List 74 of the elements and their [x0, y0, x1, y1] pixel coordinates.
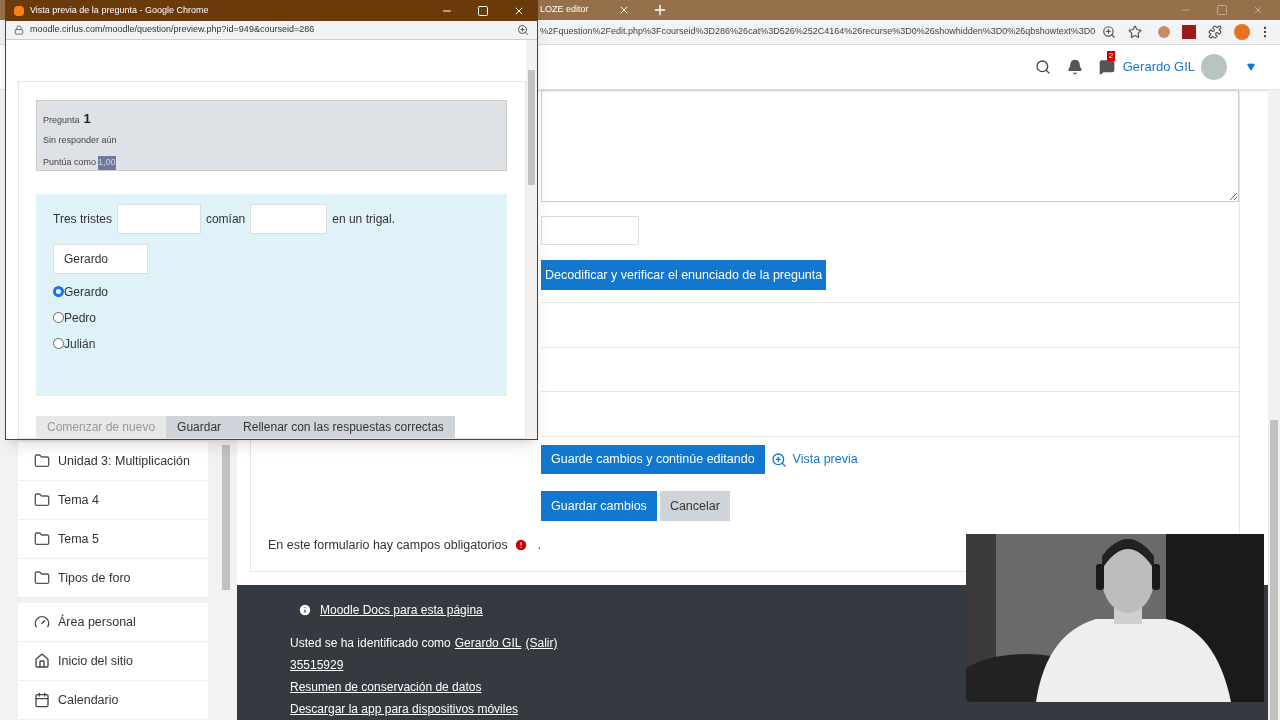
bookmark-icon[interactable]	[1128, 25, 1142, 39]
calendar-icon	[34, 692, 50, 708]
preview-icon[interactable]	[770, 451, 787, 468]
input-field[interactable]	[541, 216, 639, 245]
save-continue-button[interactable]: Guarde cambios y continúe editando	[541, 445, 765, 474]
login-text: Usted se ha identificado como	[290, 634, 451, 652]
messages-icon[interactable]	[1098, 59, 1115, 75]
notifications-icon[interactable]	[1066, 59, 1083, 75]
zoom-icon[interactable]	[517, 24, 529, 36]
status-text: Sin responder aún	[43, 133, 118, 147]
decode-button[interactable]: Decodificar y verificar el enunciado de la pregunta	[541, 260, 827, 290]
dropdown-field[interactable]: Gerardo	[53, 243, 148, 274]
cancel-button[interactable]: Cancelar	[659, 491, 730, 521]
docs-link[interactable]: Moodle Docs para esta página	[320, 600, 483, 619]
extensions-icon[interactable]	[1208, 25, 1222, 39]
question-text: en un trigal.	[332, 210, 395, 228]
folder-icon	[34, 492, 50, 508]
profile-avatar[interactable]	[1234, 24, 1250, 40]
search-icon[interactable]	[1034, 59, 1051, 75]
notification-badge: 2	[1106, 51, 1116, 61]
home-icon	[34, 653, 50, 669]
close-icon[interactable]	[618, 4, 630, 16]
period-text: .	[537, 537, 542, 554]
footer-link[interactable]: Descargar la app para dispositivos móviles	[290, 699, 519, 718]
required-note: En este formulario hay campos obligatorios	[268, 537, 508, 554]
browser-tab[interactable]: LOZE editor	[540, 0, 630, 20]
nav-item[interactable]: Tema 5	[18, 520, 208, 559]
url-text[interactable]: %2Fquestion%2Fedit.php%3Fcourseid%3D286%26cat%3D526%252C4164%26recurse%3D0%26showhidden%3D0%26qbshowtext%3D0	[540, 25, 1096, 39]
close-icon[interactable]	[513, 5, 525, 17]
url-text: moodle.cirlus.com/moodle/question/preview.php?id=949&courseid=286	[30, 23, 315, 37]
radio-button[interactable]	[53, 338, 64, 350]
nav-item[interactable]: Tema 4	[18, 481, 208, 520]
radio-option[interactable]: Julián	[53, 334, 490, 353]
footer-link[interactable]: Resumen de conservación de datos	[290, 677, 482, 696]
radio-button[interactable]	[53, 286, 64, 298]
zoom-icon[interactable]	[1102, 25, 1116, 39]
required-icon	[513, 538, 528, 553]
lock-icon	[14, 25, 24, 35]
user-name[interactable]: Gerardo GIL	[1122, 57, 1195, 77]
maximize-icon[interactable]	[477, 5, 489, 17]
question-number: 1	[83, 110, 91, 128]
question-text: comían	[205, 210, 246, 228]
action-button[interactable]: Guardar	[166, 416, 233, 438]
nav-item[interactable]: Unidad 3: Multiplicación	[18, 442, 208, 481]
info-icon	[298, 602, 312, 617]
action-button[interactable]: Rellenar con las respuestas correctas	[232, 416, 455, 438]
caret-icon[interactable]	[1247, 63, 1255, 71]
question-text: Tres tristes	[53, 210, 112, 228]
nav-item[interactable]: Calendario	[18, 681, 208, 720]
footer-link[interactable]: 35515929	[290, 655, 344, 674]
folder-icon	[34, 453, 50, 469]
dashboard-icon	[34, 614, 50, 630]
grade-label: Puntúa como	[43, 156, 97, 169]
nav-item[interactable]: Área personal	[18, 603, 208, 642]
scrollbar-thumb[interactable]	[528, 70, 535, 185]
folder-icon	[34, 531, 50, 547]
scrollbar-thumb[interactable]	[1270, 420, 1278, 720]
new-tab-icon[interactable]	[652, 2, 668, 18]
nav-item[interactable]: Inicio del sitio	[18, 642, 208, 681]
answer-field[interactable]	[250, 203, 328, 234]
grade-value: 1,00	[98, 156, 116, 170]
nav-item[interactable]: Tipos de foro	[18, 559, 208, 598]
save-button[interactable]: Guardar cambios	[541, 491, 657, 521]
window-title: Vista previa de la pregunta - Google Chrome	[30, 4, 209, 18]
radio-option[interactable]: Pedro	[53, 308, 490, 327]
folder-icon	[34, 570, 50, 586]
question-label: Pregunta	[43, 114, 80, 127]
answer-field[interactable]	[116, 203, 201, 234]
preview-link[interactable]: Vista previa	[792, 450, 858, 469]
radio-button[interactable]	[53, 312, 64, 324]
scrollbar-thumb[interactable]	[222, 445, 230, 590]
radio-option[interactable]: Gerardo	[53, 282, 490, 301]
logout-link[interactable]: (Salir)	[525, 633, 558, 652]
user-link[interactable]: Gerardo GIL	[454, 633, 522, 652]
